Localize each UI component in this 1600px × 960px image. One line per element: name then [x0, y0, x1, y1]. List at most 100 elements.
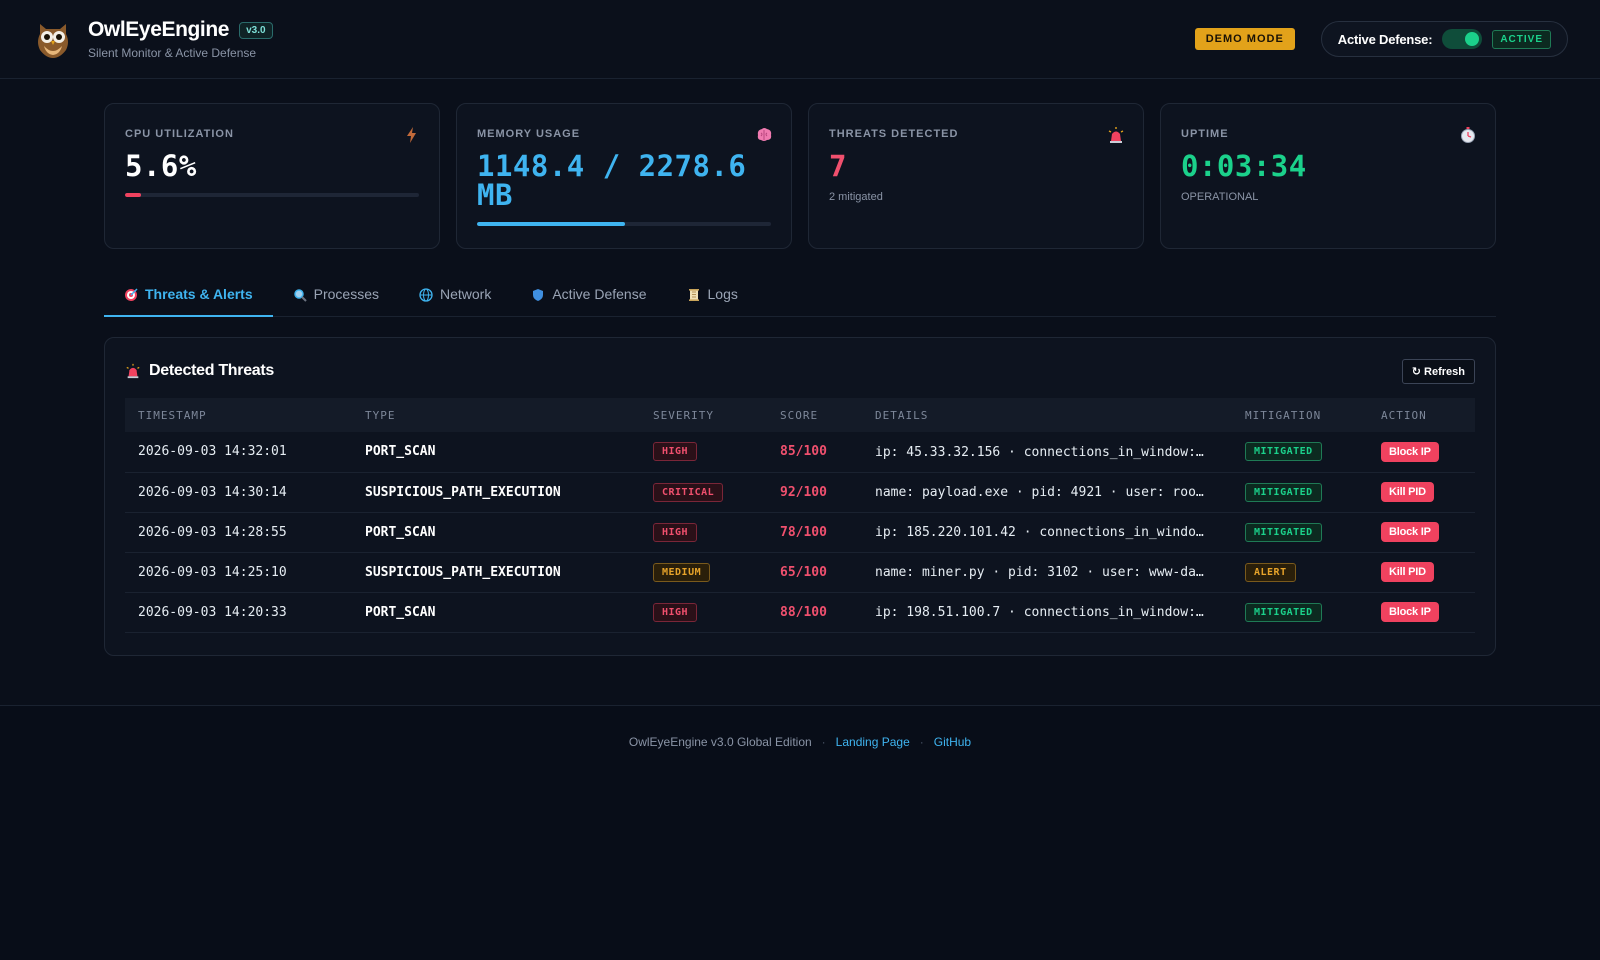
scroll-icon — [688, 289, 699, 301]
cell-timestamp: 2026-09-03 14:32:01 — [125, 432, 352, 473]
kill-pid-button[interactable]: Kill PID — [1381, 482, 1434, 502]
github-link[interactable]: GitHub — [934, 735, 971, 751]
column-header-mitigation: MITIGATION — [1245, 408, 1322, 422]
block-ip-button[interactable]: Block IP — [1381, 441, 1439, 462]
column-header-timestamp: TIMESTAMP — [138, 408, 207, 422]
tab-threats-alerts[interactable]: Threats & Alerts — [104, 280, 273, 317]
table-header-row: TIMESTAMP TYPE SEVERITY SCORE DETAILS MI… — [125, 398, 1475, 432]
stat-card-memory: MEMORY USAGE 1148.4 / 2278.6 MB — [456, 103, 792, 249]
stat-value: 7 — [829, 149, 847, 183]
brand: OwlEyeEngine v3.0 Silent Monitor & Activ… — [88, 18, 273, 60]
tab-processes[interactable]: Processes — [273, 280, 399, 317]
table-row: 2026-09-03 14:30:14 SUSPICIOUS_PATH_EXEC… — [125, 472, 1475, 513]
tab-network[interactable]: Network — [399, 280, 511, 317]
footer-separator: · — [919, 735, 924, 749]
cell-details: ip: 185.220.101.42 · connections_in_wind… — [875, 525, 1208, 541]
active-defense-label: Active Defense: — [1337, 31, 1433, 47]
stopwatch-icon — [1461, 127, 1475, 143]
tab-label: Processes — [313, 286, 379, 302]
owl-logo-icon — [38, 24, 68, 58]
active-defense-control: Active Defense: ACTIVE — [1320, 21, 1568, 57]
cell-details: name: miner.py · pid: 3102 · user: www-d… — [875, 565, 1208, 581]
severity-badge: CRITICAL — [653, 482, 724, 502]
cell-details: ip: 45.33.32.156 · connections_in_window… — [875, 444, 1208, 460]
active-defense-toggle[interactable] — [1442, 29, 1483, 49]
table-row: 2026-09-03 14:28:55 PORT_SCAN HIGH 78/10… — [125, 512, 1475, 553]
column-header-severity: SEVERITY — [653, 408, 714, 422]
stat-subtext: 2 mitigated — [829, 191, 883, 203]
stat-card-uptime: UPTIME 0:03:34 OPERATIONAL — [1160, 103, 1496, 249]
mitigation-badge: ALERT — [1245, 562, 1296, 582]
stat-label: CPU UTILIZATION — [125, 128, 234, 140]
cell-type: SUSPICIOUS_PATH_EXECUTION — [352, 472, 640, 513]
tab-logs[interactable]: Logs — [667, 280, 758, 317]
cell-score: 92/100 — [767, 472, 862, 513]
stat-value: 1148.4 / 2278.6 MB — [477, 149, 747, 212]
cell-timestamp: 2026-09-03 14:20:33 — [125, 592, 352, 633]
siren-icon — [1108, 127, 1124, 143]
cell-score: 65/100 — [767, 552, 862, 593]
page-footer: OwlEyeEngine v3.0 Global Edition · Landi… — [0, 705, 1600, 960]
severity-badge: HIGH — [653, 522, 698, 542]
cell-details: ip: 198.51.100.7 · connections_in_window… — [875, 605, 1208, 621]
cell-timestamp: 2026-09-03 14:28:55 — [125, 512, 352, 553]
app-header: OwlEyeEngine v3.0 Silent Monitor & Activ… — [0, 0, 1600, 79]
stat-label: UPTIME — [1181, 128, 1229, 140]
tab-label: Network — [439, 286, 492, 302]
cell-type: SUSPICIOUS_PATH_EXECUTION — [352, 552, 640, 593]
refresh-button[interactable]: ↻ Refresh — [1401, 358, 1475, 384]
lightning-icon — [407, 127, 416, 143]
kill-pid-button[interactable]: Kill PID — [1381, 562, 1434, 582]
version-badge: v3.0 — [239, 21, 273, 39]
landing-page-link[interactable]: Landing Page — [836, 735, 910, 751]
threats-table: TIMESTAMP TYPE SEVERITY SCORE DETAILS MI… — [125, 398, 1475, 633]
cell-details: name: payload.exe · pid: 4921 · user: ro… — [875, 485, 1208, 501]
block-ip-button[interactable]: Block IP — [1381, 522, 1439, 542]
stats-row: CPU UTILIZATION 5.6% MEMORY USAGE 1148.4… — [104, 103, 1496, 249]
column-header-action: ACTION — [1381, 408, 1427, 422]
column-header-score: SCORE — [780, 408, 819, 422]
cell-type: PORT_SCAN — [352, 432, 640, 473]
table-row: 2026-09-03 14:25:10 SUSPICIOUS_PATH_EXEC… — [125, 552, 1475, 593]
cell-type: PORT_SCAN — [352, 592, 640, 633]
table-row: 2026-09-03 14:20:33 PORT_SCAN HIGH 88/10… — [125, 592, 1475, 633]
memory-progress-fill — [477, 222, 626, 226]
globe-icon — [419, 288, 433, 302]
brain-icon — [757, 128, 772, 141]
footer-separator: · — [821, 735, 826, 749]
magnifier-icon — [293, 289, 307, 302]
stat-card-cpu: CPU UTILIZATION 5.6% — [104, 103, 440, 249]
main-tabs: Threats & Alerts Processes Network Activ… — [104, 280, 1496, 317]
severity-badge: HIGH — [653, 442, 698, 462]
severity-badge: MEDIUM — [653, 562, 711, 582]
cell-score: 78/100 — [767, 512, 862, 553]
cpu-progress-bar — [125, 193, 419, 197]
mitigation-badge: MITIGATED — [1245, 602, 1322, 622]
cell-type: PORT_SCAN — [352, 512, 640, 553]
cell-timestamp: 2026-09-03 14:30:14 — [125, 472, 352, 513]
defense-status-badge: ACTIVE — [1492, 29, 1551, 49]
cell-timestamp: 2026-09-03 14:25:10 — [125, 552, 352, 593]
stat-card-threats: THREATS DETECTED 7 2 mitigated — [808, 103, 1144, 249]
tab-label: Logs — [707, 286, 738, 302]
tab-label: Active Defense — [552, 286, 647, 302]
mitigation-badge: MITIGATED — [1245, 522, 1322, 542]
stat-label: MEMORY USAGE — [477, 128, 581, 140]
app-title: OwlEyeEngine — [88, 18, 230, 41]
target-icon — [125, 288, 138, 301]
shield-icon — [533, 289, 544, 301]
column-header-type: TYPE — [365, 408, 396, 422]
cell-score: 88/100 — [767, 592, 862, 633]
demo-mode-badge: DEMO MODE — [1194, 28, 1295, 50]
memory-progress-bar — [477, 222, 771, 226]
siren-icon — [126, 363, 140, 379]
footer-text: OwlEyeEngine v3.0 Global Edition — [628, 735, 812, 749]
cell-score: 85/100 — [767, 432, 862, 473]
mitigation-badge: MITIGATED — [1245, 482, 1322, 502]
block-ip-button[interactable]: Block IP — [1381, 602, 1439, 622]
tab-active-defense[interactable]: Active Defense — [511, 280, 666, 317]
cpu-progress-fill — [125, 193, 142, 197]
stat-subtext: OPERATIONAL — [1181, 191, 1259, 203]
table-row: 2026-09-03 14:32:01 PORT_SCAN HIGH 85/10… — [125, 432, 1475, 473]
stat-label: THREATS DETECTED — [829, 128, 959, 140]
